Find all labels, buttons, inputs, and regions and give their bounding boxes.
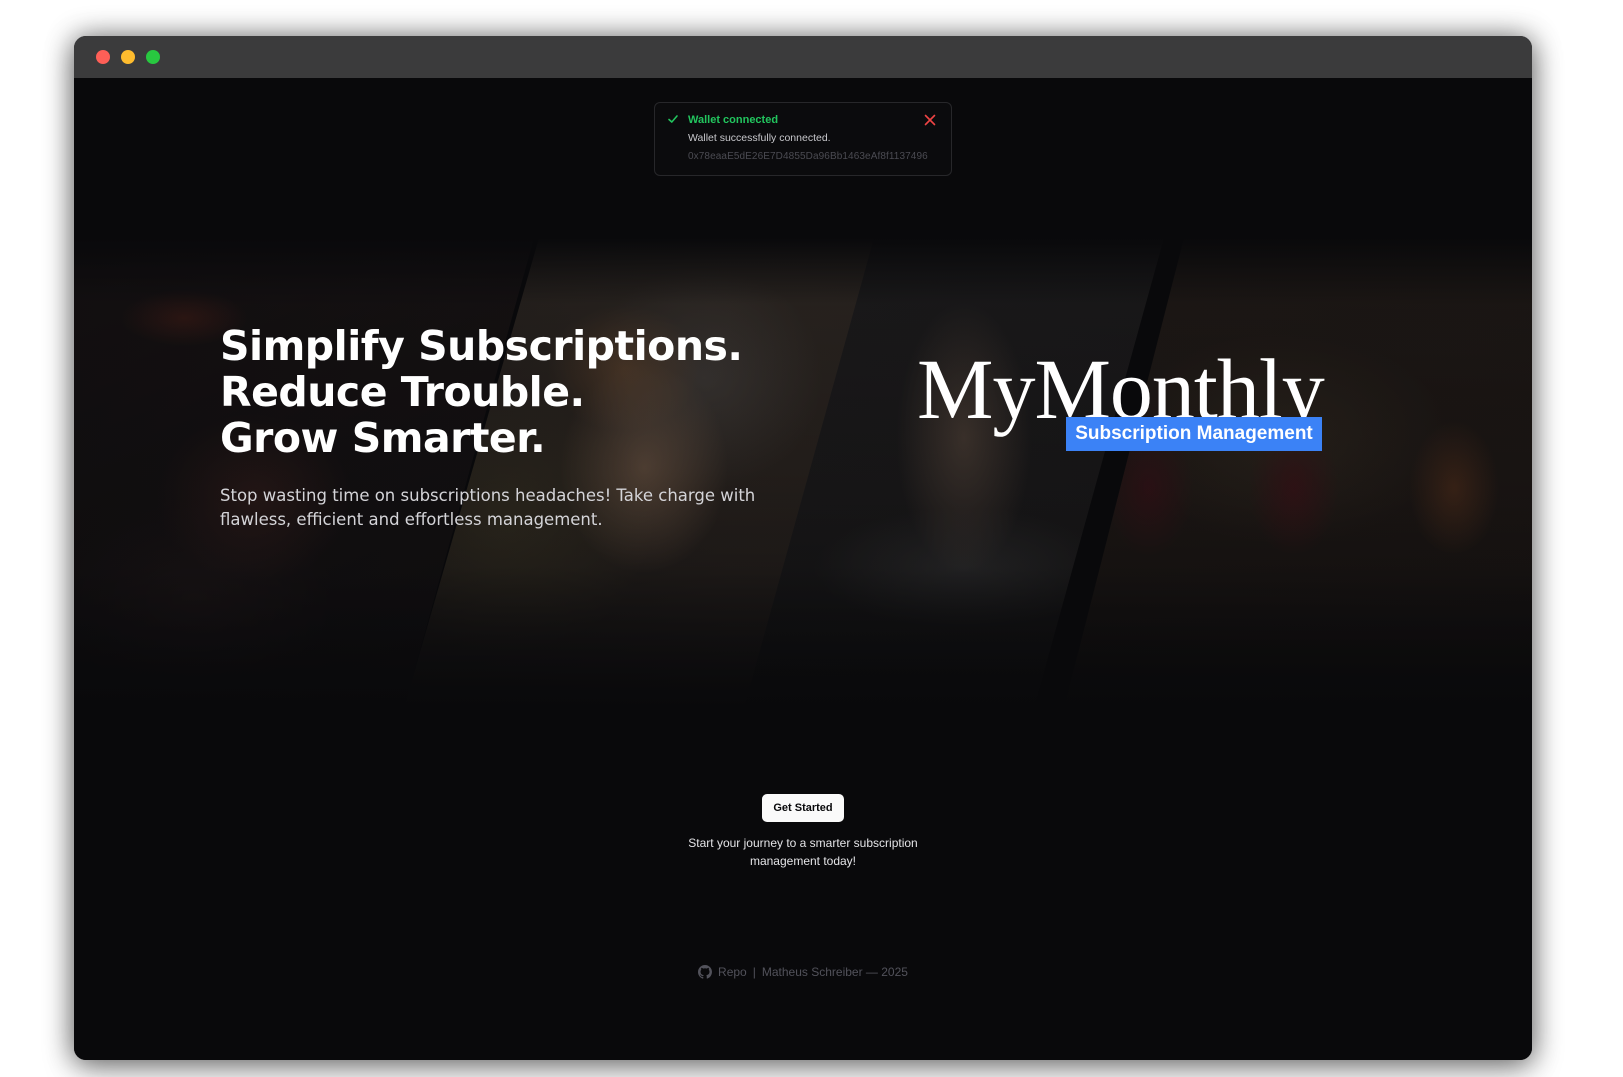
footer: Repo | Matheus Schreiber — 2025 xyxy=(74,964,1532,979)
page-content: Wallet connected Wallet successfully con… xyxy=(74,78,1532,1060)
repo-link[interactable]: Repo xyxy=(718,965,747,979)
headline-line: Grow Smarter. xyxy=(220,414,546,462)
wallet-toast: Wallet connected Wallet successfully con… xyxy=(654,102,952,176)
get-started-button[interactable]: Get Started xyxy=(762,794,844,822)
footer-separator: | xyxy=(752,964,756,979)
github-icon[interactable] xyxy=(698,964,713,979)
hero-subtext: Stop wasting time on subscriptions heada… xyxy=(220,486,756,529)
hero-headline: Simplify Subscriptions. Reduce Trouble. … xyxy=(220,322,743,462)
headline-line: Reduce Trouble. xyxy=(220,368,585,416)
headline-line: Simplify Subscriptions. xyxy=(220,322,743,370)
check-icon xyxy=(668,115,678,123)
toast-title: Wallet connected xyxy=(688,114,779,126)
window-titlebar xyxy=(74,36,1532,78)
hero-overlay xyxy=(74,238,1532,708)
footer-credit: Matheus Schreiber — 2025 xyxy=(761,964,908,979)
wallet-address: 0x78eaaE5dE26E7D4855Da96Bb1463eAf8f11374… xyxy=(688,151,928,162)
logo-tagline-badge: Subscription Management xyxy=(1066,417,1322,451)
toast-description: Wallet successfully connected. xyxy=(688,132,831,144)
close-icon[interactable] xyxy=(923,113,937,127)
window-minimize-button[interactable] xyxy=(121,50,135,64)
brand-logo: MyMonthly Subscription Management xyxy=(917,346,1377,456)
window-maximize-button[interactable] xyxy=(146,50,160,64)
window-close-button[interactable] xyxy=(96,50,110,64)
browser-window: Wallet connected Wallet successfully con… xyxy=(74,36,1532,1060)
cta-caption: Start your journey to a smarter subscrip… xyxy=(688,836,918,868)
hero-photo-collage xyxy=(74,238,1532,708)
